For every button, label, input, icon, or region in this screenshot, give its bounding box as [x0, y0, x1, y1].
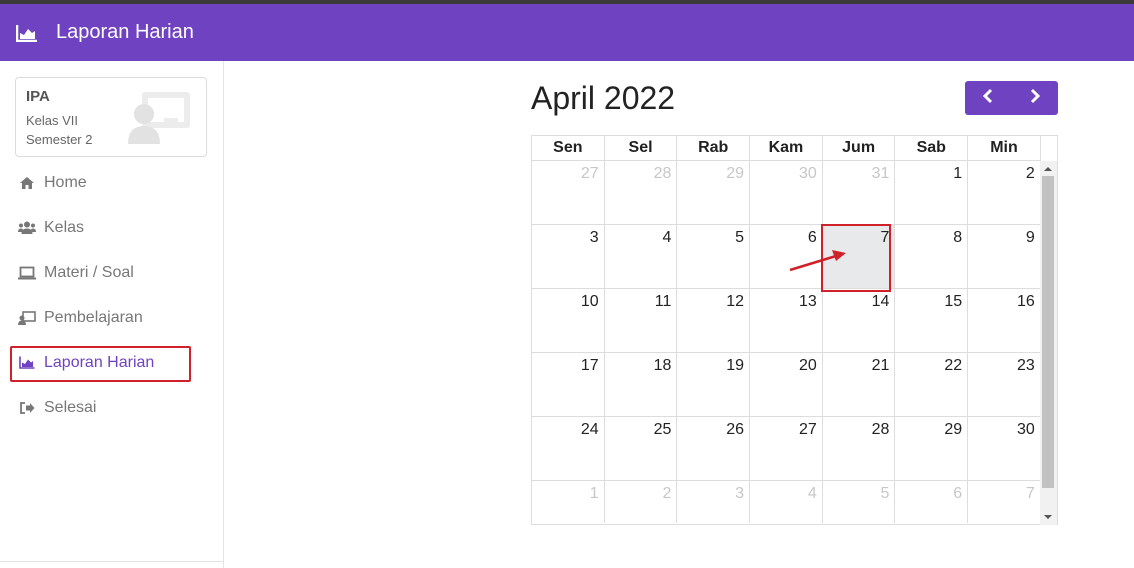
calendar-day[interactable]: 6	[895, 481, 969, 523]
calendar-day[interactable]: 27	[750, 417, 823, 480]
calendar-day[interactable]: 8	[895, 225, 969, 288]
calendar-week: 10 11 12 13 14 15 16	[532, 289, 1041, 353]
scroll-up-arrow-icon[interactable]	[1044, 167, 1052, 171]
calendar-day[interactable]: 15	[895, 289, 969, 352]
weekday-label: Sel	[605, 136, 678, 160]
prev-month-button[interactable]	[965, 81, 1012, 115]
calendar-day[interactable]: 29	[677, 161, 751, 224]
sidebar-item-materi-soal[interactable]: Materi / Soal	[10, 250, 210, 295]
next-month-button[interactable]	[1012, 81, 1059, 115]
sidebar-bottom-divider	[0, 561, 223, 562]
calendar-day[interactable]: 4	[750, 481, 823, 523]
calendar-week: 1 2 3 4 5 6 7	[532, 481, 1041, 523]
home-icon	[18, 175, 36, 191]
area-chart-icon	[16, 24, 38, 42]
calendar-day[interactable]: 22	[895, 353, 969, 416]
chevron-right-icon	[1029, 88, 1041, 109]
calendar-day[interactable]: 12	[677, 289, 751, 352]
sidebar-item-kelas[interactable]: Kelas	[10, 205, 210, 250]
calendar-day[interactable]: 1	[532, 481, 605, 523]
weekday-label: Rab	[677, 136, 751, 160]
calendar-day[interactable]: 20	[750, 353, 823, 416]
calendar-week: 3 4 5 6 7 8 9	[532, 225, 1041, 289]
calendar-week: 27 28 29 30 31 1 2	[532, 161, 1041, 225]
calendar-day[interactable]: 11	[605, 289, 678, 352]
calendar-weekday-header: Sen Sel Rab Kam Jum Sab Min	[532, 136, 1041, 161]
sidebar-item-selesai[interactable]: Selesai	[10, 385, 210, 430]
calendar-day[interactable]: 31	[823, 161, 896, 224]
sidebar-item-label: Selesai	[44, 398, 97, 416]
app-header: Laporan Harian	[0, 4, 1134, 61]
class-profile-card: IPA Kelas VII Semester 2	[15, 77, 207, 157]
calendar-day[interactable]: 21	[823, 353, 896, 416]
sidebar-item-label: Pembelajaran	[44, 308, 143, 326]
calendar-week: 24 25 26 27 28 29 30	[532, 417, 1041, 481]
area-chart-icon	[18, 355, 36, 371]
calendar-day[interactable]: 9	[968, 225, 1041, 288]
calendar-scrollbar[interactable]	[1040, 161, 1057, 525]
scroll-down-arrow-icon[interactable]	[1044, 515, 1052, 519]
calendar-day[interactable]: 1	[895, 161, 969, 224]
calendar-nav-buttons	[965, 81, 1058, 115]
sidebar: IPA Kelas VII Semester 2 Home Kelas Mate…	[0, 61, 224, 568]
weekday-label: Min	[968, 136, 1041, 160]
sidebar-item-label: Materi / Soal	[44, 263, 134, 281]
calendar-day[interactable]: 7	[968, 481, 1041, 523]
calendar-day[interactable]: 28	[605, 161, 678, 224]
chalkboard-icon	[18, 310, 36, 326]
calendar-grid: Sen Sel Rab Kam Jum Sab Min 27 28 29 30 …	[531, 135, 1058, 525]
calendar-day[interactable]: 30	[968, 417, 1041, 480]
sidebar-nav: Home Kelas Materi / Soal Pembelajaran La…	[10, 160, 210, 430]
calendar-day[interactable]: 23	[968, 353, 1041, 416]
page-title: Laporan Harian	[56, 21, 194, 43]
calendar-day[interactable]: 2	[605, 481, 678, 523]
calendar-day[interactable]: 30	[750, 161, 823, 224]
sidebar-item-pembelajaran[interactable]: Pembelajaran	[10, 295, 210, 340]
chalkboard-teacher-icon	[128, 90, 192, 144]
calendar-day[interactable]: 3	[677, 481, 751, 523]
calendar-week: 17 18 19 20 21 22 23	[532, 353, 1041, 417]
calendar-day[interactable]: 14	[823, 289, 896, 352]
sidebar-item-label: Kelas	[44, 218, 85, 236]
calendar-day[interactable]: 5	[823, 481, 896, 523]
laptop-icon	[18, 265, 36, 281]
calendar-day[interactable]: 5	[677, 225, 751, 288]
chevron-left-icon	[982, 88, 994, 109]
weekday-label: Sab	[895, 136, 969, 160]
calendar-day[interactable]: 26	[677, 417, 751, 480]
annotation-arrow-icon	[789, 250, 846, 272]
calendar-day[interactable]: 10	[532, 289, 605, 352]
weekday-label: Jum	[823, 136, 896, 160]
calendar-day[interactable]: 4	[605, 225, 678, 288]
weekday-label: Kam	[750, 136, 823, 160]
calendar-day[interactable]: 19	[677, 353, 751, 416]
calendar-day[interactable]: 2	[968, 161, 1041, 224]
sidebar-item-label: Laporan Harian	[44, 353, 155, 371]
calendar-day[interactable]: 27	[532, 161, 605, 224]
sidebar-item-label: Home	[44, 173, 87, 191]
calendar-day[interactable]: 13	[750, 289, 823, 352]
calendar-day[interactable]: 3	[532, 225, 605, 288]
calendar-day[interactable]: 18	[605, 353, 678, 416]
scrollbar-thumb[interactable]	[1042, 176, 1054, 488]
calendar-day[interactable]: 24	[532, 417, 605, 480]
sidebar-item-home[interactable]: Home	[10, 160, 210, 205]
sign-out-icon	[18, 400, 36, 416]
weekday-label: Sen	[532, 136, 605, 160]
calendar-day[interactable]: 17	[532, 353, 605, 416]
calendar-day[interactable]: 25	[605, 417, 678, 480]
calendar-month-title: April 2022	[531, 80, 676, 116]
calendar-day[interactable]: 28	[823, 417, 896, 480]
calendar-day[interactable]: 16	[968, 289, 1041, 352]
users-icon	[18, 220, 36, 236]
calendar-day[interactable]: 29	[895, 417, 969, 480]
calendar-body: 27 28 29 30 31 1 2 3 4 5 6 7 8 9 10 11 1…	[532, 161, 1041, 523]
sidebar-item-laporan-harian[interactable]: Laporan Harian	[10, 340, 210, 385]
